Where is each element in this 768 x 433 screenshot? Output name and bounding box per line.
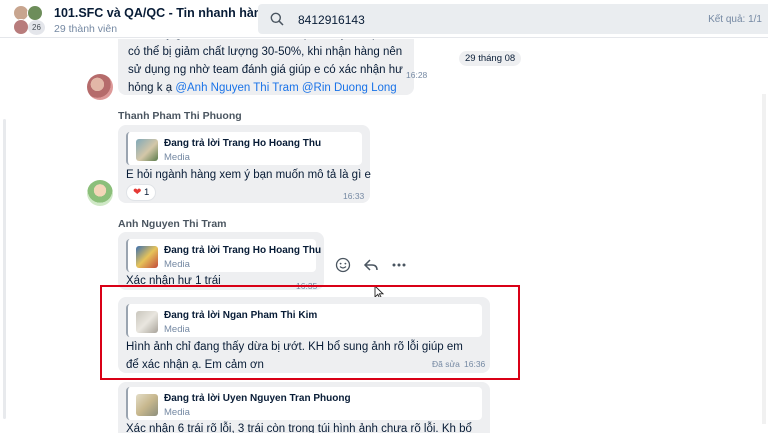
heart-icon: ❤ <box>133 187 142 198</box>
mention-link[interactable]: @Anh Nguyen Thi Tram <box>175 82 298 94</box>
quote-title: Đang trả lời Trang Ho Hoang Thu <box>164 245 322 256</box>
avatar[interactable] <box>87 74 113 100</box>
quote-thumbnail <box>136 394 158 416</box>
more-options-icon[interactable] <box>389 255 409 275</box>
reply-quote[interactable]: Đang trả lời Uyen Nguyen Tran Phuong Med… <box>126 387 482 420</box>
chat-header: 26 101.SFC và QA/QC - Tin nhanh hàng hóa… <box>0 0 768 38</box>
message-search-bar[interactable]: 8412916143 Kết quả: 1/1 <box>258 4 768 34</box>
message-list[interactable]: bên thấy giao, nó dưới đó, nó có ấp dưới… <box>0 39 768 433</box>
date-separator: 29 tháng 08 <box>459 51 522 66</box>
message-time: 16:33 <box>343 191 365 201</box>
message-bubble[interactable]: Đang trả lời Trang Ho Hoang Thu Media Xá… <box>118 232 324 291</box>
avatar[interactable] <box>87 180 113 206</box>
search-icon <box>270 12 284 26</box>
quote-thumbnail <box>136 246 158 268</box>
quote-title: Đang trả lời Uyen Nguyen Tran Phuong <box>164 393 351 404</box>
quote-media-label: Media <box>164 152 190 163</box>
reaction-count: 1 <box>144 187 150 198</box>
highlight-box <box>100 285 520 380</box>
quote-media-label: Media <box>164 259 190 270</box>
quote-media-label: Media <box>164 407 190 418</box>
quote-title: Đang trả lời Trang Ho Hoang Thu <box>164 138 322 149</box>
reply-icon[interactable] <box>361 255 381 275</box>
member-count-badge: 26 <box>28 20 45 35</box>
message-time: 16:28 <box>406 70 428 80</box>
scrollbar[interactable] <box>762 94 766 424</box>
group-avatar[interactable]: 26 <box>13 5 45 35</box>
member-avatar <box>13 19 29 35</box>
quote-thumbnail <box>136 139 158 161</box>
reply-quote[interactable]: Đang trả lời Trang Ho Hoang Thu Media <box>126 132 362 165</box>
message-text: Xác nhận 6 trái rõ lỗi, 3 trái còn trong… <box>126 423 472 433</box>
left-scrollbar[interactable] <box>3 119 6 419</box>
sender-name[interactable]: Thanh Pham Thi Phuong <box>118 110 242 122</box>
message-actions <box>333 255 413 275</box>
message-bubble[interactable]: bên thấy giao, nó dưới đó, nó có ấp dưới… <box>118 39 427 97</box>
message-text: E hỏi ngành hàng xem ý bạn muốn mô tả là… <box>126 169 371 181</box>
mention-link[interactable]: @Rin Duong Long <box>302 82 397 94</box>
reply-quote[interactable]: Đang trả lời Trang Ho Hoang Thu Media <box>126 239 321 272</box>
member-avatar <box>27 5 43 21</box>
message-text: bên thấy giao, nó dưới đó, nó có ấp dưới… <box>128 39 412 97</box>
emoji-react-icon[interactable] <box>333 255 353 275</box>
sender-name[interactable]: Anh Nguyen Thi Tram <box>118 218 227 230</box>
search-result-count: Kết quả: 1/1 <box>708 14 762 25</box>
reaction-badge[interactable]: ❤ 1 <box>126 184 157 201</box>
member-count[interactable]: 29 thành viên <box>54 23 117 35</box>
search-input[interactable]: 8412916143 <box>298 13 365 27</box>
message-bubble[interactable]: Đang trả lời Uyen Nguyen Tran Phuong Med… <box>118 382 490 433</box>
